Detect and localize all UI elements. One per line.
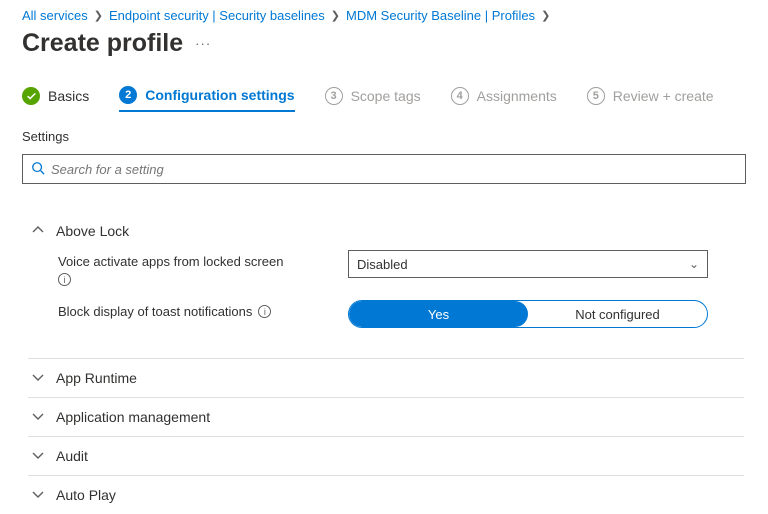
settings-heading: Settings bbox=[22, 129, 746, 144]
step-label: Basics bbox=[48, 88, 89, 104]
step-number-badge: 2 bbox=[119, 86, 137, 104]
chevron-down-icon bbox=[32, 409, 44, 425]
group-header-app-runtime[interactable]: App Runtime bbox=[28, 359, 744, 397]
group-title: Application management bbox=[56, 409, 210, 425]
setting-label: Block display of toast notifications bbox=[58, 304, 252, 319]
group-header-auto-play[interactable]: Auto Play bbox=[28, 476, 744, 514]
breadcrumb-link[interactable]: All services bbox=[22, 8, 88, 23]
group-title: App Runtime bbox=[56, 370, 137, 386]
step-scope-tags[interactable]: 3 Scope tags bbox=[325, 86, 421, 112]
step-label: Review + create bbox=[613, 88, 714, 104]
block-toast-toggle[interactable]: Yes Not configured bbox=[348, 300, 708, 328]
group-header-above-lock[interactable]: Above Lock bbox=[28, 212, 744, 250]
breadcrumb-link[interactable]: Endpoint security | Security baselines bbox=[109, 8, 325, 23]
chevron-down-icon: ⌄ bbox=[689, 257, 699, 271]
search-icon bbox=[31, 161, 45, 178]
chevron-up-icon bbox=[32, 223, 44, 239]
step-assignments[interactable]: 4 Assignments bbox=[451, 86, 557, 112]
group-title: Audit bbox=[56, 448, 88, 464]
group-audit: Audit bbox=[28, 437, 744, 476]
check-icon bbox=[22, 87, 40, 105]
search-input[interactable] bbox=[51, 162, 737, 177]
chevron-right-icon: ❯ bbox=[331, 9, 340, 22]
step-number-badge: 3 bbox=[325, 87, 343, 105]
group-header-audit[interactable]: Audit bbox=[28, 437, 744, 475]
step-label: Assignments bbox=[477, 88, 557, 104]
chevron-right-icon: ❯ bbox=[541, 9, 550, 22]
setting-label: Voice activate apps from locked screen bbox=[58, 254, 348, 269]
search-input-wrapper[interactable] bbox=[22, 154, 746, 184]
chevron-down-icon bbox=[32, 370, 44, 386]
group-auto-play: Auto Play bbox=[28, 476, 744, 514]
group-application-management: Application management bbox=[28, 398, 744, 437]
group-header-application-management[interactable]: Application management bbox=[28, 398, 744, 436]
step-number-badge: 4 bbox=[451, 87, 469, 105]
wizard-stepper: Basics 2 Configuration settings 3 Scope … bbox=[22, 86, 746, 113]
info-icon[interactable]: i bbox=[258, 305, 271, 318]
select-value: Disabled bbox=[357, 257, 408, 272]
group-app-runtime: App Runtime bbox=[28, 359, 744, 398]
breadcrumb-link[interactable]: MDM Security Baseline | Profiles bbox=[346, 8, 535, 23]
step-label: Configuration settings bbox=[145, 87, 294, 103]
settings-accordion: Above Lock Voice activate apps from lock… bbox=[28, 212, 744, 514]
setting-block-toast: Block display of toast notifications i Y… bbox=[58, 300, 744, 328]
group-title: Above Lock bbox=[56, 223, 129, 239]
page-title: Create profile bbox=[22, 29, 183, 58]
group-above-lock: Above Lock Voice activate apps from lock… bbox=[28, 212, 744, 359]
chevron-right-icon: ❯ bbox=[94, 9, 103, 22]
setting-voice-activate: Voice activate apps from locked screen i… bbox=[58, 250, 744, 286]
more-actions-button[interactable]: ··· bbox=[195, 36, 211, 51]
step-number-badge: 5 bbox=[587, 87, 605, 105]
toggle-option-yes[interactable]: Yes bbox=[349, 301, 528, 327]
step-review-create[interactable]: 5 Review + create bbox=[587, 86, 714, 112]
step-configuration-settings[interactable]: 2 Configuration settings bbox=[119, 86, 294, 112]
info-icon[interactable]: i bbox=[58, 273, 71, 286]
toggle-option-not-configured[interactable]: Not configured bbox=[528, 301, 707, 327]
voice-activate-select[interactable]: Disabled ⌄ bbox=[348, 250, 708, 278]
step-label: Scope tags bbox=[351, 88, 421, 104]
step-basics[interactable]: Basics bbox=[22, 86, 89, 112]
chevron-down-icon bbox=[32, 448, 44, 464]
breadcrumb: All services ❯ Endpoint security | Secur… bbox=[22, 8, 746, 23]
